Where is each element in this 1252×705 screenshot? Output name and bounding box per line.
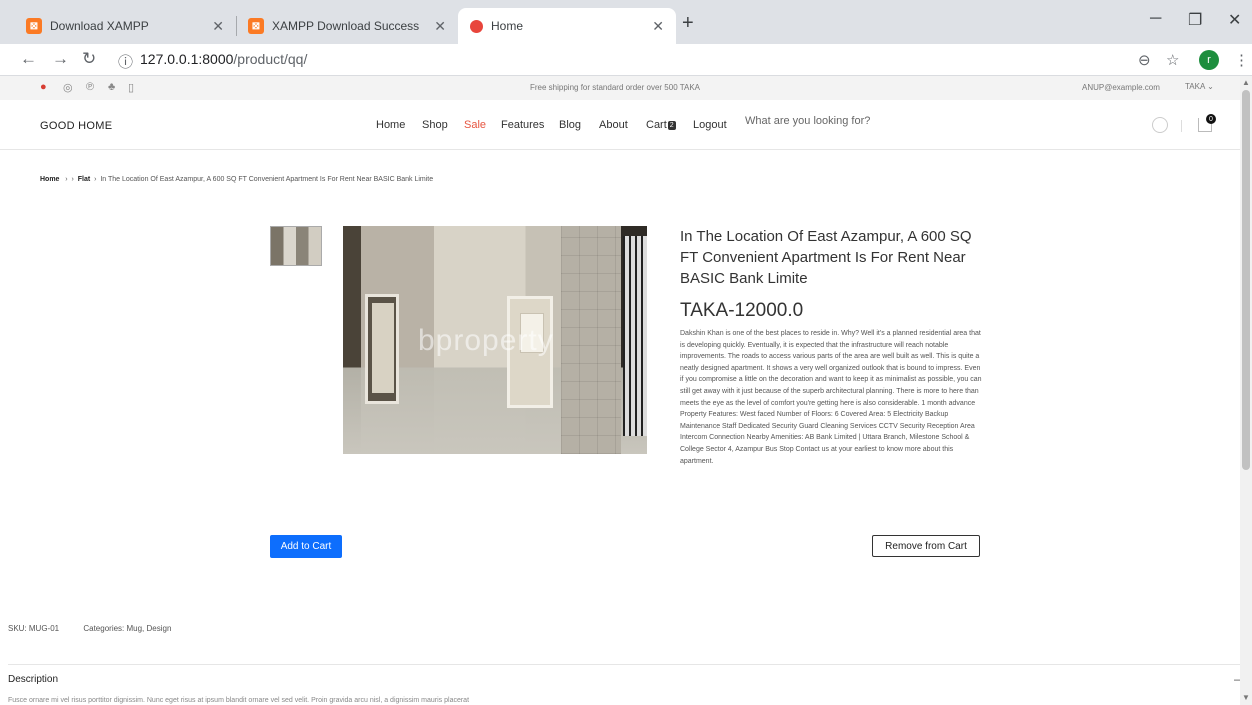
cart-label: Cart: [646, 119, 667, 131]
menu-item-sale[interactable]: Sale: [464, 119, 486, 131]
browser-tab-bar: ⊠ Download XAMPP ✕ ⊠ XAMPP Download Succ…: [0, 0, 1252, 44]
bookmark-star-icon[interactable]: ☆: [1166, 51, 1179, 69]
menu-item-shop[interactable]: Shop: [422, 119, 448, 131]
product-price: TAKA-12000.0: [680, 300, 804, 321]
pinterest-icon[interactable]: ℗: [86, 81, 94, 93]
user-account-icon[interactable]: [1152, 117, 1168, 133]
scroll-up-icon[interactable]: ▲: [1242, 78, 1250, 87]
product-sku: SKU: MUG-01: [8, 624, 60, 633]
contact-email[interactable]: ANUP@example.com: [1082, 83, 1160, 92]
profile-avatar[interactable]: r: [1199, 50, 1219, 70]
tab-download-xampp[interactable]: ⊠ Download XAMPP ✕: [14, 8, 236, 44]
chevron-right-icon: › ›: [61, 176, 76, 183]
close-icon[interactable]: ✕: [652, 18, 664, 35]
new-tab-icon[interactable]: +: [682, 12, 694, 35]
page-scrollbar[interactable]: ▲ ▼: [1240, 76, 1252, 705]
menu-item-logout[interactable]: Logout: [693, 119, 727, 131]
add-to-cart-button[interactable]: Add to Cart: [270, 535, 342, 558]
product-categories: Categories: Mug, Design: [83, 624, 172, 633]
restore-icon[interactable]: ❐: [1188, 10, 1202, 30]
product-title: In The Location Of East Azampur, A 600 S…: [680, 228, 972, 287]
tab-xampp-download-success[interactable]: ⊠ XAMPP Download Success ✕: [236, 8, 458, 44]
browser-menu-icon[interactable]: ⋮: [1234, 51, 1249, 69]
web-page: ● ◎ ℗ ♣ ▯ Free shipping for standard ord…: [0, 76, 1240, 705]
window-close-icon[interactable]: ✕: [1228, 10, 1241, 30]
reload-icon[interactable]: ↻: [82, 49, 96, 69]
xampp-icon: ⊠: [26, 18, 42, 34]
snapchat-icon[interactable]: ♣: [108, 81, 115, 93]
url-field[interactable]: 127.0.0.1:8000/product/qq/: [140, 51, 307, 67]
scrollbar-thumb[interactable]: [1242, 90, 1250, 470]
minimize-icon[interactable]: ─: [1150, 10, 1161, 28]
description-text: Fusce ornare mi vel risus porttitor dign…: [8, 697, 470, 704]
image-window-grill: [623, 236, 647, 436]
forward-arrow-icon[interactable]: →: [52, 49, 69, 69]
search-input[interactable]: What are you looking for?: [745, 115, 870, 127]
close-icon[interactable]: ✕: [434, 18, 446, 35]
top-info-bar: ● ◎ ℗ ♣ ▯ Free shipping for standard ord…: [0, 76, 1240, 100]
red-dot-icon: [470, 19, 483, 33]
close-icon[interactable]: ✕: [212, 18, 224, 35]
product-meta: SKU: MUG-01 Categories: Mug, Design: [8, 624, 171, 633]
breadcrumb: Home › › Flat › In The Location Of East …: [40, 176, 433, 183]
menu-item-home[interactable]: Home: [376, 119, 405, 131]
tab-title: Home: [491, 19, 524, 33]
tab-title: Download XAMPP: [50, 19, 149, 33]
url-path: /product/qq/: [233, 51, 308, 67]
xampp-icon: ⊠: [248, 18, 264, 34]
menu-item-cart[interactable]: Cart 2: [646, 119, 676, 131]
breadcrumb-current: In The Location Of East Azampur, A 600 S…: [100, 176, 434, 183]
bag-count-badge: 0: [1206, 114, 1216, 124]
tab-home[interactable]: Home ✕: [458, 8, 676, 44]
image-watermark: bproperty: [418, 324, 554, 357]
url-host: 127.0.0.1:8000: [140, 51, 234, 67]
chevron-down-icon: ⌄: [1207, 82, 1214, 91]
section-divider: [8, 664, 1240, 665]
facebook-icon[interactable]: ●: [40, 81, 47, 93]
currency-label: TAKA: [1185, 82, 1205, 91]
description-heading[interactable]: Description: [8, 674, 58, 685]
product-main-image[interactable]: bproperty: [343, 226, 647, 454]
image-tiled-wall: [561, 226, 621, 454]
currency-selector[interactable]: TAKA ⌄: [1185, 82, 1214, 91]
site-header: GOOD HOME Home Shop Sale Features Blog A…: [0, 100, 1240, 150]
menu-item-blog[interactable]: Blog: [559, 119, 581, 131]
image-door-left: [365, 294, 399, 404]
site-logo[interactable]: GOOD HOME: [40, 120, 112, 132]
address-bar: ← → ↻ ⓘ 127.0.0.1:8000/product/qq/ ⊖ ☆ r…: [0, 44, 1252, 76]
cart-count-badge: 2: [667, 121, 676, 130]
menu-item-about[interactable]: About: [599, 119, 628, 131]
product-thumbnail[interactable]: [270, 226, 322, 266]
shipping-notice: Free shipping for standard order over 50…: [530, 83, 701, 92]
menu-item-features[interactable]: Features: [501, 119, 544, 131]
youtube-icon[interactable]: ▯: [128, 81, 134, 94]
zoom-icon[interactable]: ⊖: [1138, 51, 1151, 69]
breadcrumb-category[interactable]: Flat: [78, 176, 90, 183]
header-divider: [1181, 120, 1182, 132]
breadcrumb-home[interactable]: Home: [40, 176, 59, 183]
remove-from-cart-button[interactable]: Remove from Cart: [872, 535, 980, 557]
back-arrow-icon[interactable]: ←: [20, 49, 37, 69]
info-icon[interactable]: ⓘ: [118, 51, 133, 72]
scroll-down-icon[interactable]: ▼: [1242, 693, 1250, 702]
product-description: Dakshin Khan is one of the best places t…: [680, 330, 982, 465]
instagram-icon[interactable]: ◎: [63, 81, 73, 94]
chevron-right-icon: ›: [92, 176, 99, 183]
tab-title: XAMPP Download Success: [272, 19, 420, 33]
